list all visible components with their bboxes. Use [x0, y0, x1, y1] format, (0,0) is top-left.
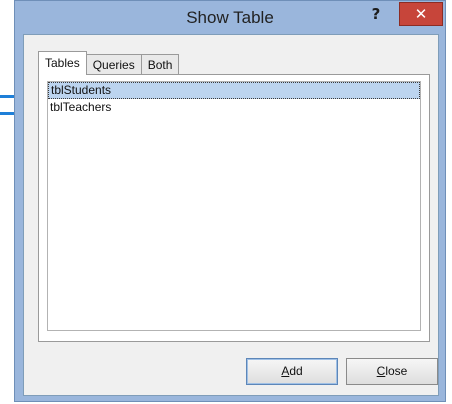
help-button[interactable]: ?: [365, 4, 387, 26]
add-button-label: dd: [289, 364, 303, 378]
tab-strip: Tables Queries Both: [38, 51, 180, 75]
tab-tables[interactable]: Tables: [38, 51, 87, 75]
add-button[interactable]: Add: [246, 358, 338, 385]
list-item-tblteachers[interactable]: tblTeachers: [48, 99, 420, 116]
show-table-dialog: Show Table ? ✕ Tables Queries Both tblSt…: [14, 0, 446, 402]
title-bar[interactable]: Show Table ? ✕: [15, 1, 445, 33]
dialog-body: Tables Queries Both tblStudents tblTeach…: [23, 34, 439, 396]
close-button[interactable]: Close: [346, 358, 438, 385]
tab-both[interactable]: Both: [140, 54, 180, 75]
close-button-label: lose: [385, 364, 408, 378]
close-window-button[interactable]: ✕: [399, 2, 443, 26]
tab-panel-tables: tblStudents tblTeachers: [38, 74, 430, 342]
table-list[interactable]: tblStudents tblTeachers: [47, 81, 421, 331]
tab-queries[interactable]: Queries: [85, 54, 142, 75]
list-item-tblstudents[interactable]: tblStudents: [48, 82, 420, 99]
